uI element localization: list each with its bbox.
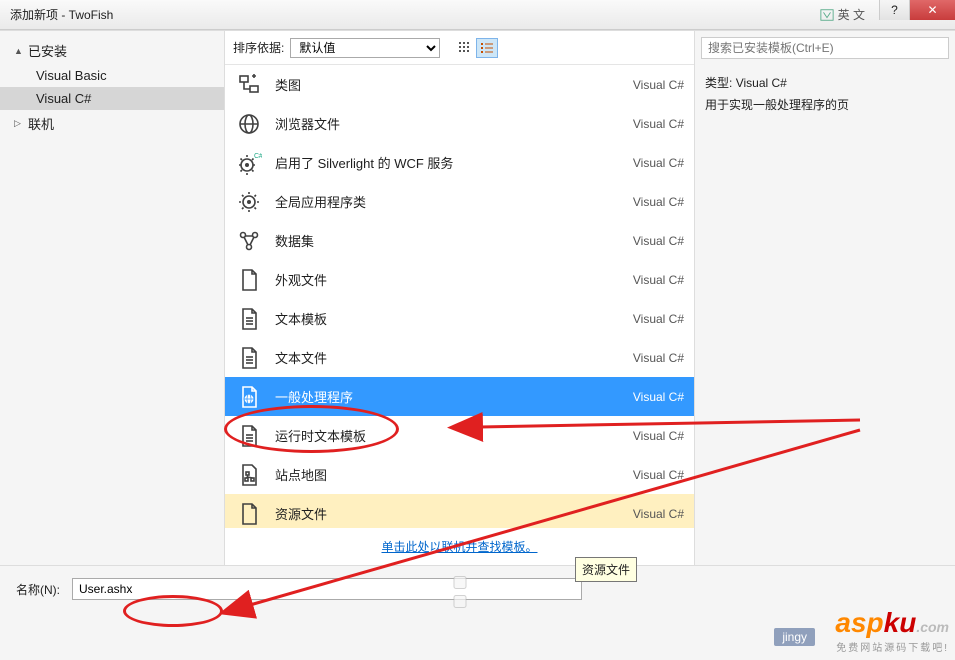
template-row[interactable]: 全局应用程序类 Visual C# bbox=[225, 182, 694, 221]
file-icon bbox=[235, 500, 263, 528]
tooltip: 资源文件 bbox=[575, 557, 637, 582]
template-row[interactable]: 文本模板 Visual C# bbox=[225, 299, 694, 338]
template-name: 文本文件 bbox=[275, 348, 633, 367]
dataset-icon bbox=[235, 227, 263, 255]
sitemap-icon bbox=[235, 461, 263, 489]
template-row[interactable]: 运行时文本模板 Visual C# bbox=[225, 416, 694, 455]
template-name: 一般处理程序 bbox=[275, 387, 633, 406]
window-title: 添加新项 - TwoFish bbox=[10, 6, 113, 23]
template-lang: Visual C# bbox=[633, 507, 684, 521]
template-row[interactable]: 一般处理程序 Visual C# bbox=[225, 377, 694, 416]
template-name: 外观文件 bbox=[275, 270, 633, 289]
window-buttons: ? ✕ bbox=[879, 0, 955, 20]
gear-cs-icon: C# bbox=[235, 149, 263, 177]
sort-label: 排序依据: bbox=[233, 39, 284, 56]
search-input[interactable] bbox=[701, 37, 949, 59]
globe-file-icon bbox=[235, 383, 263, 411]
text-file-icon bbox=[235, 422, 263, 450]
text-file-icon bbox=[235, 305, 263, 333]
tree-online[interactable]: ▷联机 bbox=[0, 110, 224, 137]
template-name: 类图 bbox=[275, 75, 633, 94]
template-name: 启用了 Silverlight 的 WCF 服务 bbox=[275, 153, 633, 172]
category-tree: ▲已安装 Visual Basic Visual C# ▷联机 bbox=[0, 31, 225, 565]
watermark: aspku.com 免费网站源码下载吧! bbox=[835, 607, 949, 654]
help-button[interactable]: ? bbox=[879, 0, 909, 20]
template-row[interactable]: 站点地图 Visual C# bbox=[225, 455, 694, 494]
template-list[interactable]: 类图 Visual C# 浏览器文件 Visual C#C# 启用了 Silve… bbox=[225, 65, 694, 528]
template-name: 浏览器文件 bbox=[275, 114, 633, 133]
template-lang: Visual C# bbox=[633, 429, 684, 443]
template-lang: Visual C# bbox=[633, 390, 684, 404]
toolbar: 排序依据: 默认值 bbox=[225, 31, 694, 65]
template-row[interactable]: 浏览器文件 Visual C# bbox=[225, 104, 694, 143]
check1[interactable] bbox=[205, 576, 715, 589]
template-name: 数据集 bbox=[275, 231, 633, 250]
text-file-icon bbox=[235, 344, 263, 372]
template-lang: Visual C# bbox=[633, 234, 684, 248]
template-lang: Visual C# bbox=[633, 351, 684, 365]
template-lang: Visual C# bbox=[633, 468, 684, 482]
template-lang: Visual C# bbox=[633, 195, 684, 209]
template-name: 站点地图 bbox=[275, 465, 633, 484]
jingyan-watermark: jingy bbox=[774, 628, 815, 646]
view-list-button[interactable] bbox=[476, 38, 498, 58]
template-panel: 排序依据: 默认值 类图 Visual C# 浏览器文件 Visual C#C#… bbox=[225, 31, 695, 565]
check2[interactable] bbox=[205, 595, 715, 608]
ime-icon bbox=[820, 8, 834, 22]
lang-indicator[interactable]: 英 文 bbox=[820, 6, 865, 23]
template-name: 全局应用程序类 bbox=[275, 192, 633, 211]
template-lang: Visual C# bbox=[633, 78, 684, 92]
template-row[interactable]: 资源文件 Visual C# bbox=[225, 494, 694, 528]
titlebar: 添加新项 - TwoFish 英 文 ? ✕ bbox=[0, 0, 955, 30]
template-row[interactable]: 文本文件 Visual C# bbox=[225, 338, 694, 377]
template-lang: Visual C# bbox=[633, 117, 684, 131]
template-name: 资源文件 bbox=[275, 504, 633, 523]
gear-icon bbox=[235, 188, 263, 216]
sort-dropdown[interactable]: 默认值 bbox=[290, 38, 440, 58]
tree-installed[interactable]: ▲已安装 bbox=[0, 37, 224, 64]
class-diagram-icon bbox=[235, 71, 263, 99]
template-row[interactable]: 类图 Visual C# bbox=[225, 65, 694, 104]
close-button[interactable]: ✕ bbox=[909, 0, 955, 20]
template-lang: Visual C# bbox=[633, 156, 684, 170]
template-lang: Visual C# bbox=[633, 312, 684, 326]
view-grid-button[interactable] bbox=[454, 38, 476, 58]
template-row[interactable]: 数据集 Visual C# bbox=[225, 221, 694, 260]
template-name: 运行时文本模板 bbox=[275, 426, 633, 445]
name-label: 名称(N): bbox=[16, 578, 60, 598]
file-icon bbox=[235, 266, 263, 294]
browser-icon bbox=[235, 110, 263, 138]
template-row[interactable]: C# 启用了 Silverlight 的 WCF 服务 Visual C# bbox=[225, 143, 694, 182]
template-name: 文本模板 bbox=[275, 309, 633, 328]
online-search-link[interactable]: 单击此处以联机并查找模板。 bbox=[381, 540, 537, 554]
svg-text:C#: C# bbox=[254, 153, 262, 160]
tree-csharp[interactable]: Visual C# bbox=[0, 87, 224, 110]
details-panel: 类型: Visual C# 用于实现一般处理程序的页 bbox=[695, 31, 955, 565]
template-row[interactable]: 外观文件 Visual C# bbox=[225, 260, 694, 299]
template-lang: Visual C# bbox=[633, 273, 684, 287]
tree-vb[interactable]: Visual Basic bbox=[0, 64, 224, 87]
detail-info: 类型: Visual C# 用于实现一般处理程序的页 bbox=[701, 69, 949, 120]
